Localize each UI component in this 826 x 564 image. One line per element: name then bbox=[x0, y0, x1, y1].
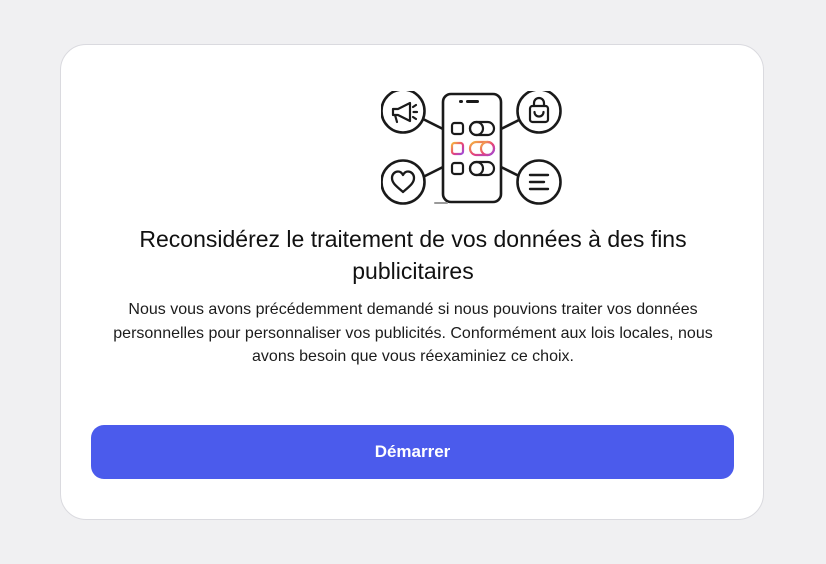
start-button[interactable]: Démarrer bbox=[91, 425, 734, 479]
consent-dialog-card: Reconsidérez le traitement de vos donnée… bbox=[60, 44, 764, 520]
megaphone-icon bbox=[381, 91, 426, 134]
phone-icon bbox=[434, 92, 503, 204]
shopping-bag-icon bbox=[516, 91, 562, 134]
heart-icon bbox=[381, 159, 426, 205]
dialog-description: Nous vous avons précédemment demandé si … bbox=[113, 301, 713, 365]
list-icon bbox=[516, 159, 562, 205]
dialog-title: Reconsidérez le traitement de vos donnée… bbox=[139, 226, 687, 284]
